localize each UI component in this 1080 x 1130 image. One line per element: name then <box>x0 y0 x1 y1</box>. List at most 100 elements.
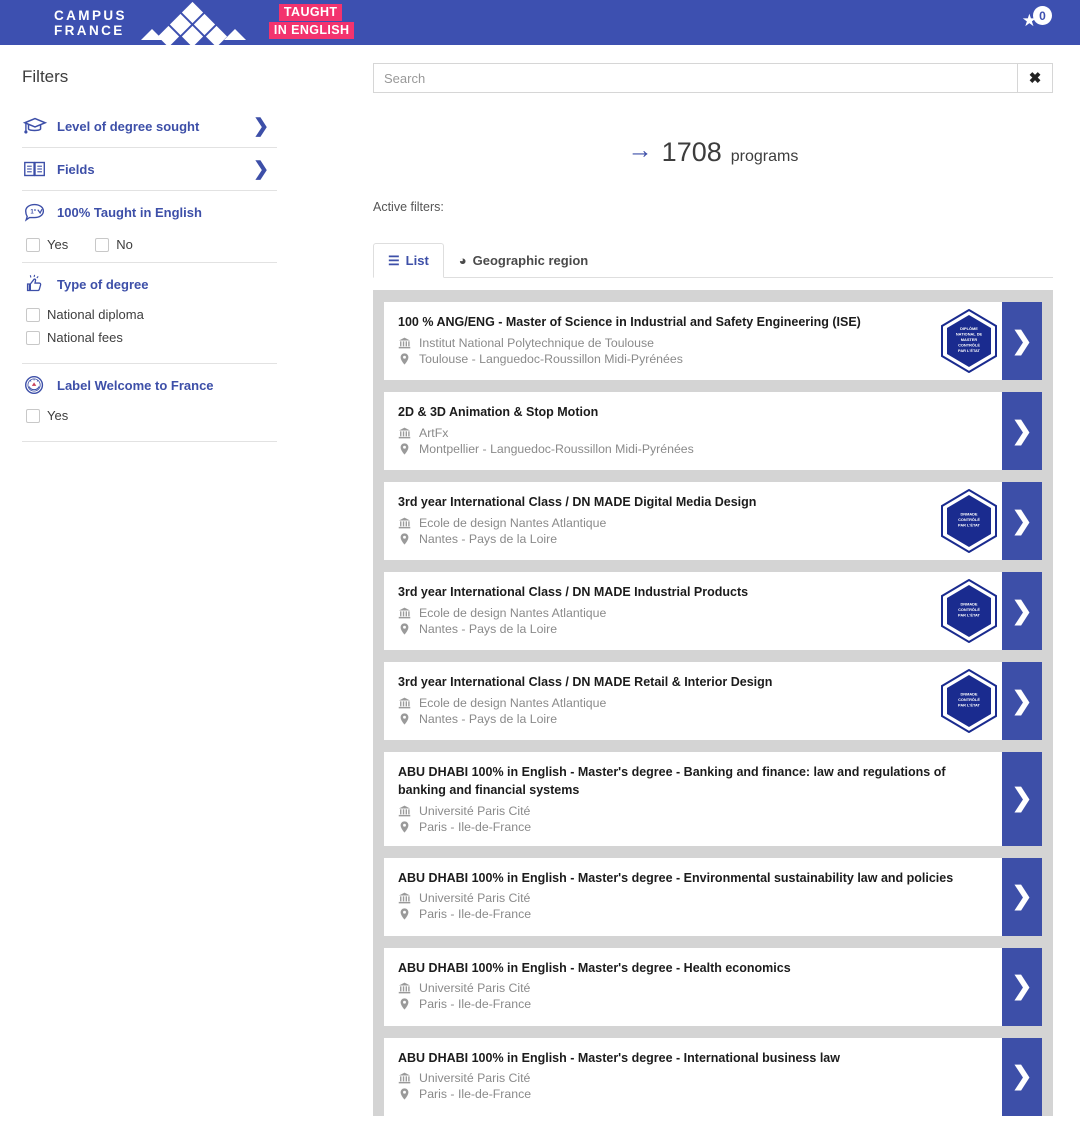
program-location: Montpellier - Languedoc-Roussillon Midi-… <box>419 441 694 456</box>
svg-text:1°: 1° <box>30 209 36 215</box>
institution-icon <box>398 337 411 349</box>
program-card[interactable]: ABU DHABI 100% in English - Master's deg… <box>384 1037 1042 1116</box>
logo-line-campus: CAMPUS <box>54 7 127 23</box>
program-card[interactable]: 3rd year International Class / DN MADE D… <box>384 482 1042 560</box>
program-card-body: 2D & 3D Animation & Stop Motion ArtFx Mo… <box>384 392 1002 470</box>
diamond-pattern-icon <box>129 1 257 47</box>
program-institution-row: Institut National Polytechnique de Toulo… <box>398 336 922 350</box>
graduation-cap-icon <box>22 117 48 134</box>
svg-text:DNMADE: DNMADE <box>960 512 977 517</box>
institution-icon <box>398 427 411 439</box>
location-pin-icon <box>400 443 409 455</box>
tab-label: List <box>405 253 429 268</box>
program-card[interactable]: ABU DHABI 100% in English - Master's deg… <box>384 752 1042 846</box>
chevron-right-icon: ❯ <box>253 115 269 137</box>
filter-header-taught-in-english: 1° 100% Taught in English <box>22 191 277 233</box>
program-open-arrow[interactable]: ❯ <box>1002 572 1042 650</box>
program-card-body: ABU DHABI 100% in English - Master's deg… <box>384 858 1002 936</box>
program-open-arrow[interactable]: ❯ <box>1002 947 1042 1026</box>
filter-label-taught-in-english: 100% Taught in English <box>57 204 202 220</box>
institution-icon <box>398 697 411 709</box>
site-logo[interactable]: CAMPUS FRANCE TAUGHT IN ENGLISH <box>54 1 355 47</box>
checkbox-option-taught-yes[interactable]: Yes <box>26 237 68 252</box>
tab-geographic-region[interactable]: ◕ Geographic region <box>444 243 603 278</box>
program-card-body: 3rd year International Class / DN MADE D… <box>384 482 936 560</box>
checkbox-option-national-diploma[interactable]: National diploma <box>26 307 257 322</box>
program-location: Toulouse - Languedoc-Roussillon Midi-Pyr… <box>419 351 683 366</box>
list-icon: ☰ <box>388 253 400 268</box>
thumbs-up-icon <box>26 274 42 292</box>
view-tabs: ☰ List ◕ Geographic region <box>373 242 1053 278</box>
checkbox-box[interactable] <box>26 408 40 423</box>
program-badge: DNMADE CONTRÔLÉ PAR L'ÉTAT <box>936 482 1002 560</box>
program-institution: Université Paris Cité <box>419 891 531 906</box>
program-card[interactable]: 2D & 3D Animation & Stop Motion ArtFx Mo… <box>384 392 1042 470</box>
program-card[interactable]: ABU DHABI 100% in English - Master's deg… <box>384 947 1042 1026</box>
checkbox-box[interactable] <box>26 330 40 345</box>
institution-icon <box>398 607 411 619</box>
filter-label-type-of-degree: Type of degree <box>57 276 149 292</box>
active-filters-label: Active filters: <box>373 200 444 214</box>
checkbox-label: National diploma <box>47 307 144 322</box>
institution-icon <box>398 805 411 816</box>
location-pin-icon <box>400 908 409 920</box>
arrow-right-icon: → <box>627 136 653 164</box>
favorites-count-badge: 0 <box>1033 6 1052 25</box>
filters-sidebar: Filters Level of degree sought ❯ Fields … <box>0 45 365 1128</box>
program-title: 3rd year International Class / DN MADE D… <box>398 495 757 509</box>
checkbox-option-taught-no[interactable]: No <box>95 237 133 252</box>
state-accreditation-badge-icon: DNMADECONTRÔLÉPAR L'ÉTAT <box>941 669 997 733</box>
filter-options-type-of-degree: National diploma National fees <box>22 305 277 363</box>
filter-toggle-fields[interactable]: Fields ❯ <box>22 148 277 190</box>
clear-search-button[interactable]: ✖ <box>1017 63 1053 93</box>
location-pin-icon <box>400 623 409 635</box>
program-card[interactable]: 3rd year International Class / DN MADE R… <box>384 662 1042 740</box>
program-badge: DNMADE CONTRÔLÉ PAR L'ÉTAT <box>936 572 1002 650</box>
location-pin-icon <box>400 533 409 545</box>
program-card[interactable]: ABU DHABI 100% in English - Master's deg… <box>384 857 1042 936</box>
program-open-arrow[interactable]: ❯ <box>1002 662 1042 740</box>
program-title: ABU DHABI 100% in English - Master's deg… <box>398 960 791 975</box>
seal-emblem-icon <box>25 375 44 395</box>
checkbox-box[interactable] <box>26 307 40 322</box>
logo-line-france: FRANCE <box>54 22 125 38</box>
program-institution-row: Université Paris Cité <box>398 981 988 995</box>
checkbox-option-national-fees[interactable]: National fees <box>26 330 257 345</box>
main-content: ✖ → 1708 programs Active filters: ☰ List… <box>365 45 1080 1128</box>
program-location-row: Nantes - Pays de la Loire <box>398 622 922 636</box>
program-open-arrow[interactable]: ❯ <box>1002 392 1042 470</box>
favorites-button[interactable]: ★ 0 <box>1022 4 1052 29</box>
svg-text:CONTRÔLÉ: CONTRÔLÉ <box>958 517 980 522</box>
program-location: Paris - Ile-de-France <box>419 819 532 834</box>
checkbox-label: National fees <box>47 330 123 345</box>
program-results-list: 100 % ANG/ENG - Master of Science in Ind… <box>373 290 1053 1116</box>
institution-icon <box>398 982 411 994</box>
program-open-arrow[interactable]: ❯ <box>1002 752 1042 846</box>
location-pin-icon <box>400 998 409 1010</box>
program-title: 2D & 3D Animation & Stop Motion <box>398 405 599 419</box>
program-card[interactable]: 3rd year International Class / DN MADE I… <box>384 572 1042 650</box>
program-open-arrow[interactable]: ❯ <box>1002 857 1042 936</box>
program-institution: ArtFx <box>419 425 449 440</box>
location-pin-icon <box>400 713 409 725</box>
program-location-row: Paris - Ile-de-France <box>398 907 988 921</box>
checkbox-label: Yes <box>47 237 69 252</box>
program-institution-row: Ecole de design Nantes Atlantique <box>398 516 922 530</box>
checkbox-option-welcome-yes[interactable]: Yes <box>26 408 257 423</box>
program-open-arrow[interactable]: ❯ <box>1002 1037 1042 1116</box>
program-card[interactable]: 100 % ANG/ENG - Master of Science in Ind… <box>384 302 1042 380</box>
filter-toggle-level-of-degree[interactable]: Level of degree sought ❯ <box>22 105 277 147</box>
program-open-arrow[interactable]: ❯ <box>1002 482 1042 560</box>
search-input[interactable] <box>373 63 1017 93</box>
filter-options-taught-in-english: Yes No <box>22 233 277 262</box>
svg-text:PAR L'ÉTAT: PAR L'ÉTAT <box>958 348 981 353</box>
program-institution: Université Paris Cité <box>419 803 531 818</box>
tab-list[interactable]: ☰ List <box>373 243 444 278</box>
checkbox-box[interactable] <box>26 237 40 252</box>
program-open-arrow[interactable]: ❯ <box>1002 302 1042 380</box>
page-body: Filters Level of degree sought ❯ Fields … <box>0 45 1080 1128</box>
checkbox-box[interactable] <box>95 237 110 252</box>
program-title: ABU DHABI 100% in English - Master's deg… <box>398 765 946 797</box>
program-institution: Institut National Polytechnique de Toulo… <box>419 335 654 350</box>
program-card-body: ABU DHABI 100% in English - Master's deg… <box>384 1038 1002 1116</box>
